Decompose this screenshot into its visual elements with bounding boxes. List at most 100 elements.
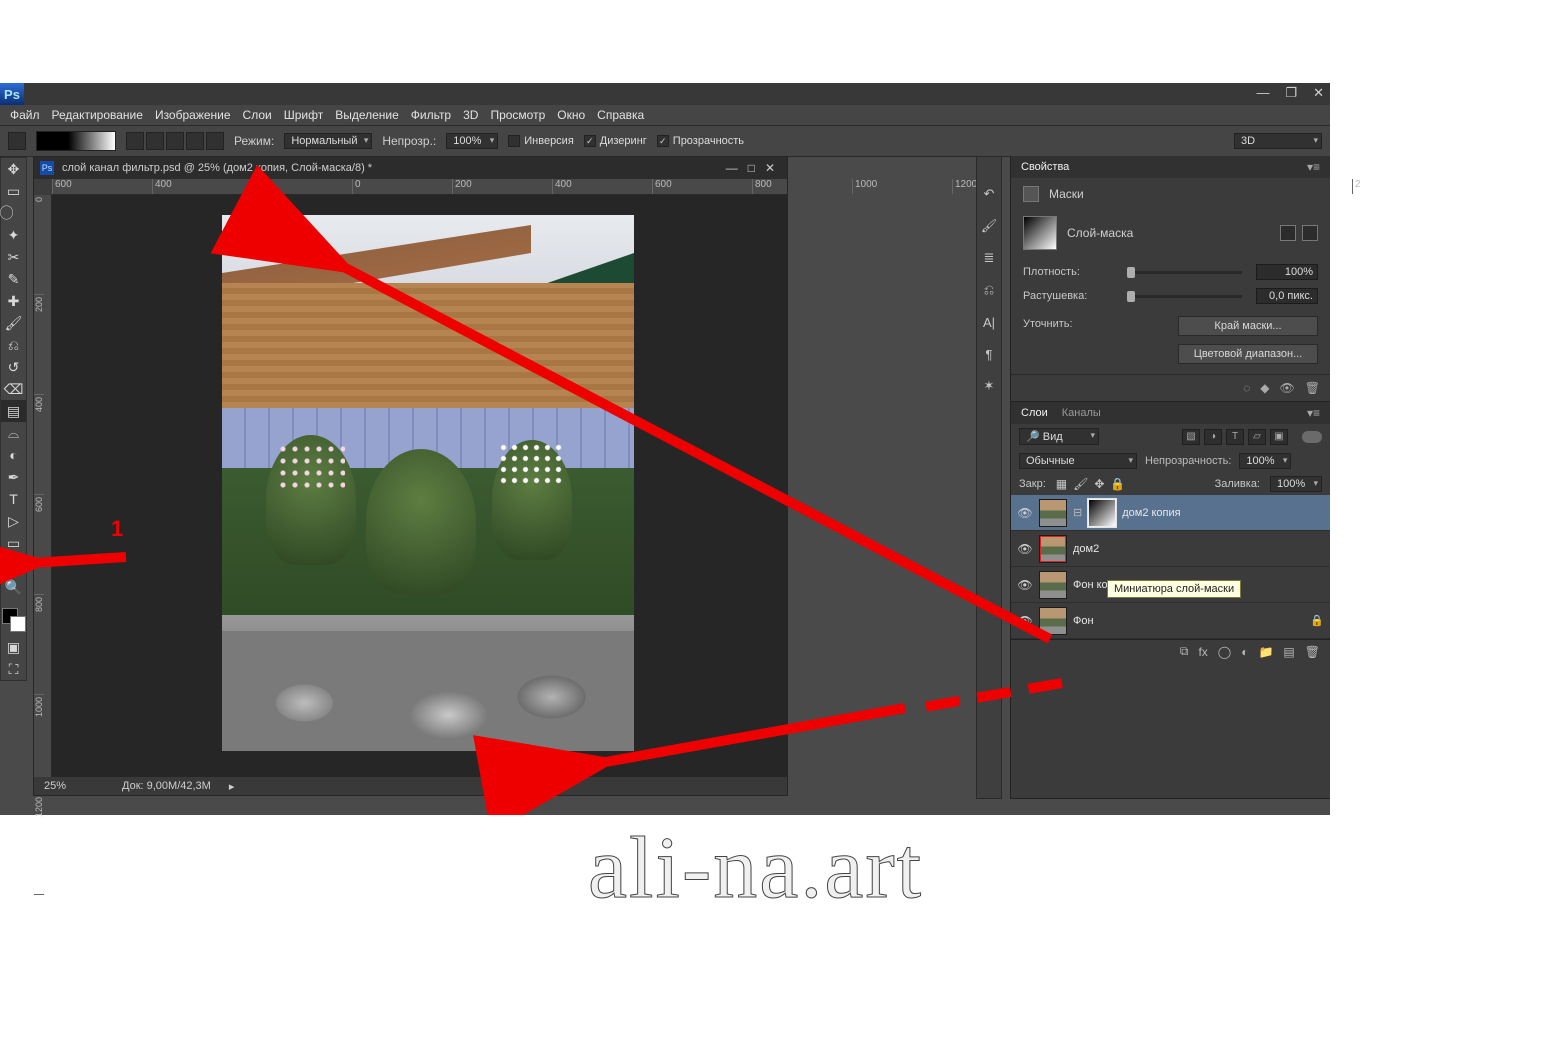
- tab-properties[interactable]: Свойства: [1021, 161, 1069, 173]
- feather-slider[interactable]: [1127, 295, 1242, 298]
- link-layers-icon[interactable]: ⧉: [1180, 644, 1189, 659]
- gradient-radial-button[interactable]: [146, 132, 164, 150]
- menu-file[interactable]: Файл: [10, 108, 40, 122]
- mask-thumbnail[interactable]: [1023, 216, 1057, 250]
- gradient-reflected-button[interactable]: [186, 132, 204, 150]
- menu-image[interactable]: Изображение: [155, 108, 231, 122]
- shape-tool-icon[interactable]: ▭: [1, 532, 26, 554]
- brush-tool-icon[interactable]: 🖌: [1, 312, 26, 334]
- crop-tool-icon[interactable]: ✂: [1, 246, 26, 268]
- ruler-vertical[interactable]: 020040060080010001200: [34, 195, 52, 777]
- visibility-toggle-icon[interactable]: 👁: [1017, 506, 1033, 520]
- layers-menu-icon[interactable]: ▾≡: [1307, 406, 1320, 420]
- layer-mask-thumbnail[interactable]: [1088, 499, 1116, 527]
- brush-presets-panel-icon[interactable]: ≣: [980, 249, 998, 267]
- menu-edit[interactable]: Редактирование: [52, 108, 143, 122]
- doc-minimize-button[interactable]: —: [726, 161, 738, 175]
- path-select-tool-icon[interactable]: ▷: [1, 510, 26, 532]
- dodge-tool-icon[interactable]: ◐: [1, 444, 26, 466]
- char-panel-icon[interactable]: A|: [980, 313, 998, 331]
- layer-thumbnail[interactable]: [1039, 499, 1067, 527]
- eraser-tool-icon[interactable]: ⌫: [1, 378, 26, 400]
- close-button[interactable]: ✕: [1313, 85, 1324, 101]
- layer-row-fon[interactable]: 👁 Фон 🔒: [1011, 603, 1330, 639]
- lock-pixels-icon[interactable]: 🖌: [1073, 477, 1088, 491]
- opacity-input[interactable]: 100%: [446, 133, 498, 149]
- menu-window[interactable]: Окно: [557, 108, 585, 122]
- density-slider[interactable]: [1127, 271, 1242, 274]
- brushes-panel-icon[interactable]: 🖌: [980, 217, 998, 235]
- menu-filter[interactable]: Фильтр: [411, 108, 451, 122]
- lock-trans-icon[interactable]: ▦: [1056, 477, 1067, 491]
- blend-mode-select[interactable]: Обычные: [1019, 453, 1137, 469]
- fill-input[interactable]: 100%: [1270, 476, 1322, 492]
- add-mask-icon[interactable]: ◯: [1218, 645, 1231, 659]
- layer-thumbnail[interactable]: [1039, 535, 1067, 563]
- delete-mask-icon[interactable]: 🗑: [1305, 381, 1320, 395]
- blur-tool-icon[interactable]: ⌓: [1, 422, 26, 444]
- lock-position-icon[interactable]: ✥: [1094, 477, 1104, 491]
- layer-name[interactable]: дом2 копия: [1122, 507, 1180, 519]
- tab-channels[interactable]: Каналы: [1062, 407, 1101, 419]
- marquee-tool-icon[interactable]: ▭: [1, 180, 26, 202]
- doc-close-button[interactable]: ✕: [765, 161, 775, 175]
- filter-adjust-icon[interactable]: ◑: [1204, 429, 1222, 445]
- visibility-toggle-icon[interactable]: 👁: [1017, 542, 1033, 556]
- menu-layers[interactable]: Слои: [243, 108, 272, 122]
- layer-name[interactable]: дом2: [1073, 543, 1099, 555]
- transparency-checkbox[interactable]: ✓Прозрачность: [657, 135, 744, 147]
- hand-tool-icon[interactable]: ✋: [1, 554, 26, 576]
- doc-info-arrow-icon[interactable]: ▸: [229, 780, 235, 793]
- gradient-angle-button[interactable]: [166, 132, 184, 150]
- type-tool-icon[interactable]: T: [1, 488, 26, 510]
- layer-fx-icon[interactable]: fx: [1198, 645, 1207, 659]
- move-tool-icon[interactable]: ✥: [1, 158, 26, 180]
- gradient-diamond-button[interactable]: [206, 132, 224, 150]
- lock-all-icon[interactable]: 🔒: [1110, 477, 1125, 491]
- tool-presets-panel-icon[interactable]: ✶: [980, 377, 998, 395]
- new-group-icon[interactable]: 📁: [1258, 645, 1273, 659]
- maximize-button[interactable]: ❐: [1285, 85, 1297, 101]
- zoom-field[interactable]: 25%: [44, 780, 104, 792]
- load-selection-icon[interactable]: ◌: [1243, 381, 1250, 395]
- layer-thumbnail[interactable]: [1039, 571, 1067, 599]
- pen-tool-icon[interactable]: ✒: [1, 466, 26, 488]
- filter-toggle[interactable]: [1302, 431, 1322, 443]
- mask-edge-button[interactable]: Край маски...: [1178, 316, 1318, 336]
- workspace-select[interactable]: 3D: [1234, 133, 1322, 149]
- healing-tool-icon[interactable]: ✚: [1, 290, 26, 312]
- zoom-tool-icon[interactable]: 🔍: [1, 576, 26, 598]
- layer-name[interactable]: Фон: [1073, 615, 1094, 627]
- new-layer-icon[interactable]: ▤: [1283, 645, 1294, 659]
- filter-pixel-icon[interactable]: ▧: [1182, 429, 1200, 445]
- lasso-tool-icon[interactable]: ⃝: [1, 202, 26, 224]
- visibility-toggle-icon[interactable]: 👁: [1017, 578, 1033, 592]
- reverse-checkbox[interactable]: Инверсия: [508, 135, 574, 147]
- menu-type[interactable]: Шрифт: [284, 108, 323, 122]
- ruler-horizontal[interactable]: 6004002000200400600800100012001400160018…: [52, 179, 787, 195]
- paragraph-panel-icon[interactable]: ¶: [980, 345, 998, 363]
- vector-mask-button[interactable]: [1302, 225, 1318, 241]
- pixel-mask-button[interactable]: [1280, 225, 1296, 241]
- color-range-button[interactable]: Цветовой диапазон...: [1178, 344, 1318, 364]
- gradient-tool-icon[interactable]: ▤: [1, 400, 26, 422]
- layer-row-dom2[interactable]: 👁 дом2: [1011, 531, 1330, 567]
- properties-menu-icon[interactable]: ▾≡: [1307, 160, 1320, 174]
- gradient-linear-button[interactable]: [126, 132, 144, 150]
- mode-select[interactable]: Нормальный: [284, 133, 372, 149]
- filter-smart-icon[interactable]: ▣: [1270, 429, 1288, 445]
- canvas-area[interactable]: [52, 195, 787, 777]
- layer-filter-kind-select[interactable]: 🔎 Вид: [1019, 428, 1099, 445]
- visibility-toggle-icon[interactable]: 👁: [1017, 614, 1033, 628]
- feather-value[interactable]: 0,0 пикс.: [1256, 288, 1318, 304]
- history-brush-tool-icon[interactable]: ↺: [1, 356, 26, 378]
- stamp-tool-icon[interactable]: ⎌: [1, 334, 26, 356]
- new-fill-adjust-icon[interactable]: ◐: [1241, 645, 1248, 659]
- eyedropper-tool-icon[interactable]: ✎: [1, 268, 26, 290]
- menu-3d[interactable]: 3D: [463, 108, 478, 122]
- density-value[interactable]: 100%: [1256, 264, 1318, 280]
- fg-bg-color[interactable]: [2, 608, 26, 632]
- filter-type-icon[interactable]: T: [1226, 429, 1244, 445]
- clone-panel-icon[interactable]: ⎌: [980, 281, 998, 299]
- layer-thumbnail[interactable]: [1039, 607, 1067, 635]
